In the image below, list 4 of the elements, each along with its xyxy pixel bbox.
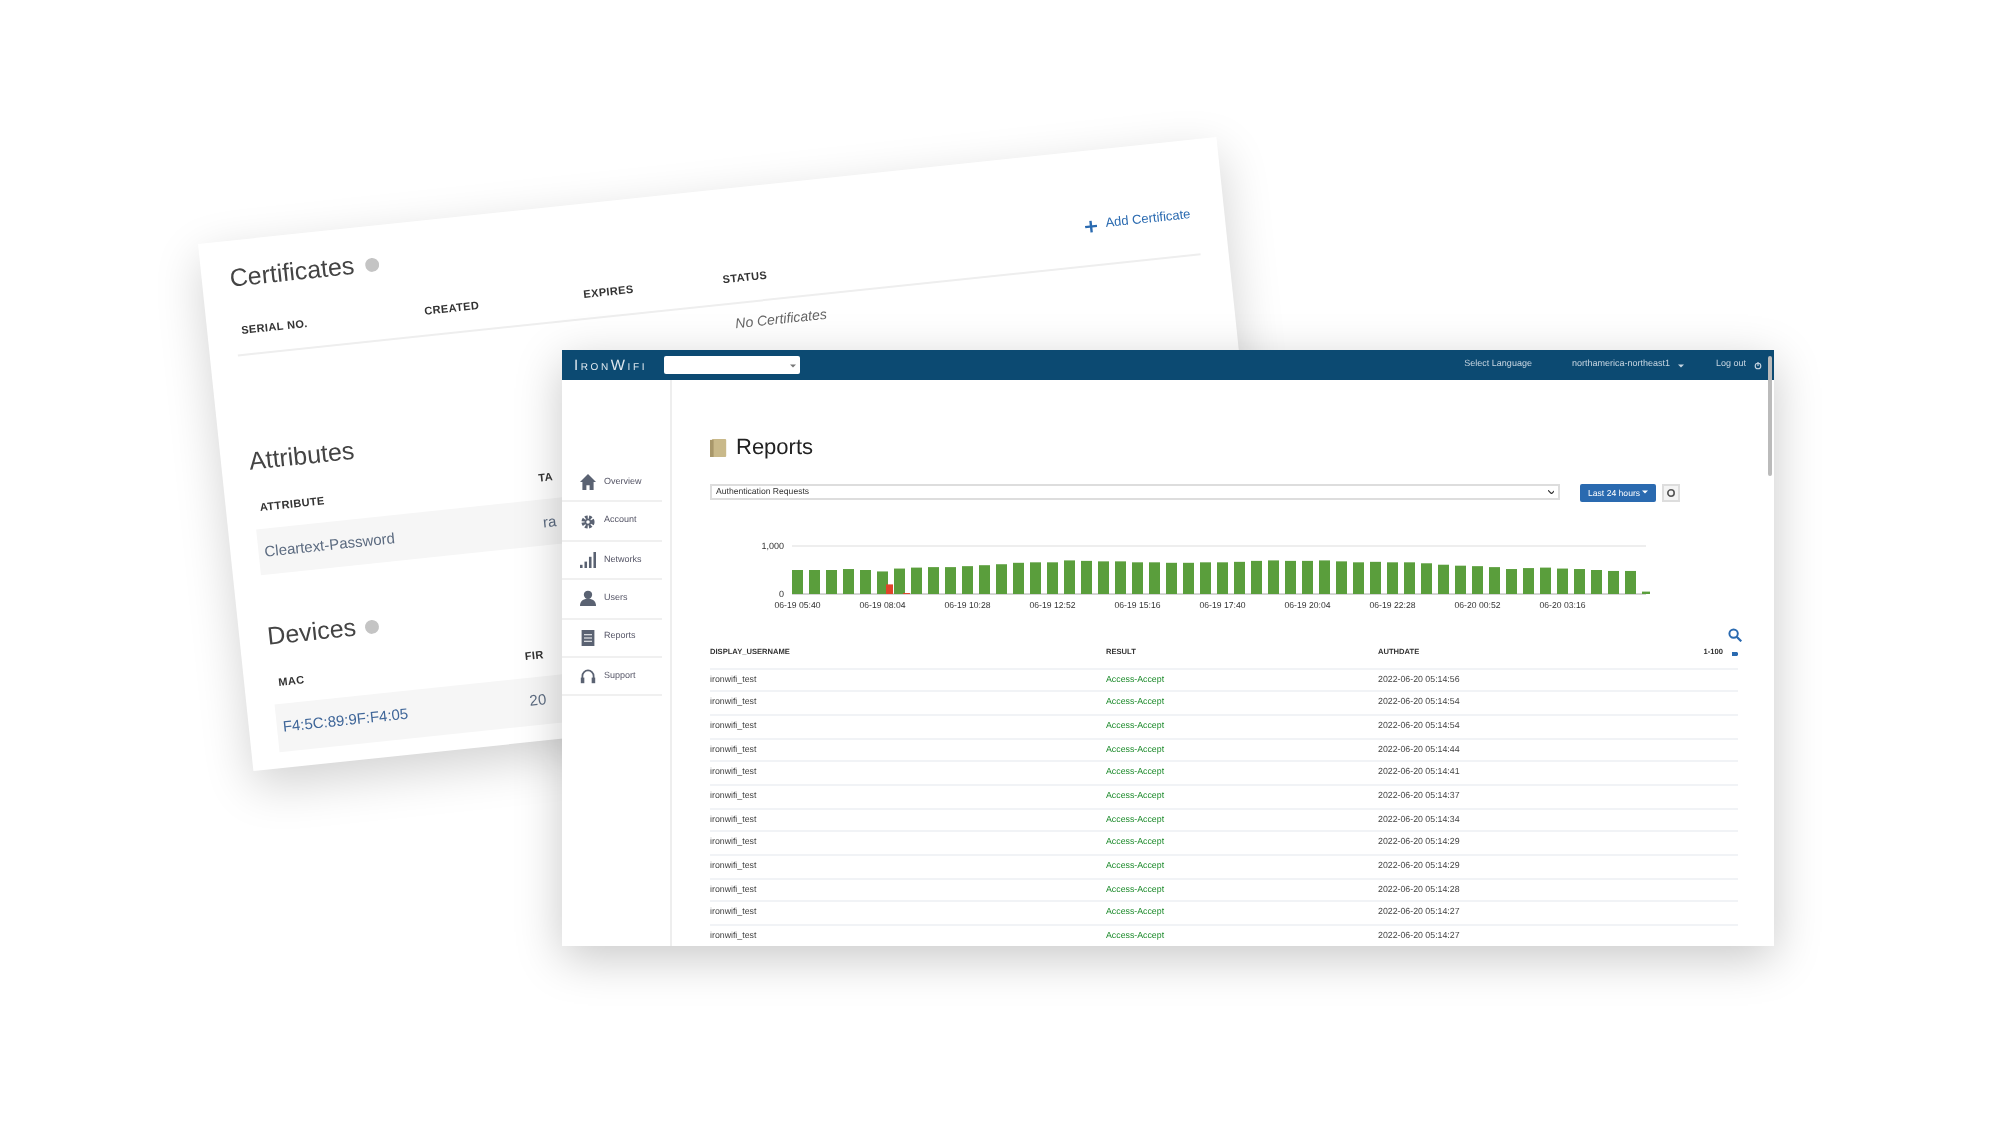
section-title: Devices bbox=[265, 612, 358, 656]
page-title: Reports bbox=[736, 434, 814, 464]
section-title: Attributes bbox=[247, 434, 357, 480]
section-title: Certificates bbox=[227, 249, 357, 297]
